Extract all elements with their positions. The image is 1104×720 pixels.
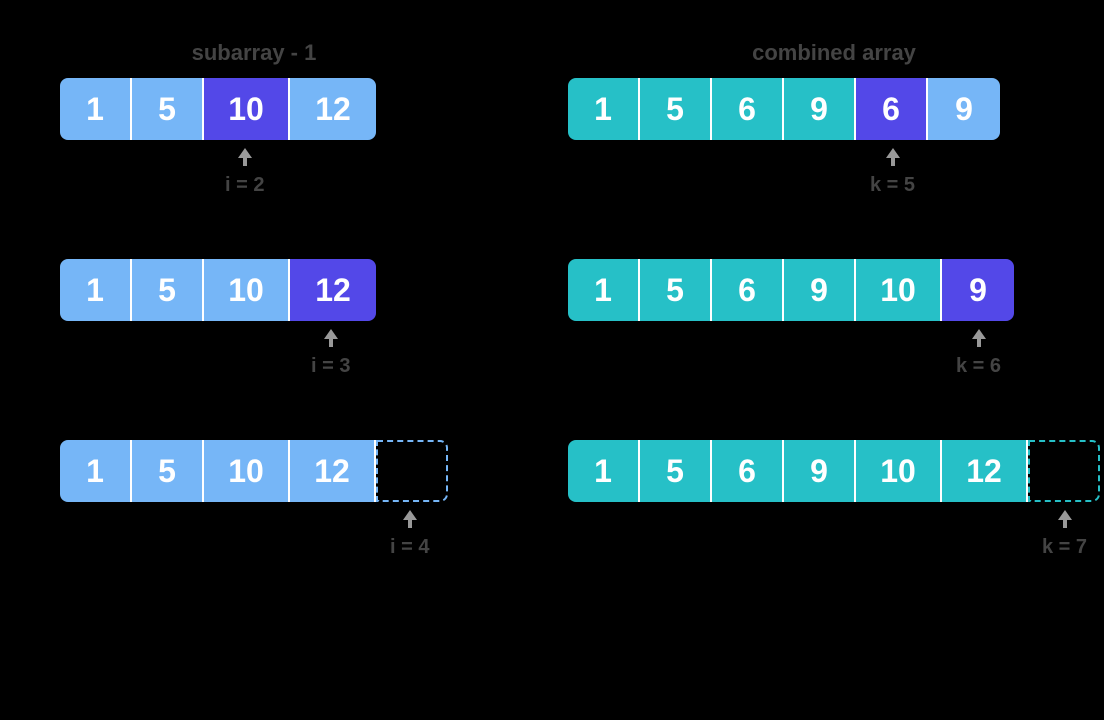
array-cell	[1028, 440, 1100, 502]
array: 151012	[60, 78, 448, 140]
array-cell: 9	[928, 78, 1000, 140]
array-cell: 5	[640, 78, 712, 140]
array-cell: 9	[784, 259, 856, 321]
array-cell: 9	[942, 259, 1014, 321]
pointer: i = 4	[390, 508, 429, 559]
arrow-up-icon	[884, 146, 902, 172]
pointer-label: i = 3	[311, 355, 350, 378]
pointer-label: i = 4	[390, 536, 429, 559]
right-row: 1569109k = 6	[568, 259, 1100, 378]
pointer-wrap: i = 3	[60, 327, 448, 378]
right-row: 156969k = 5	[568, 78, 1100, 197]
array-cell: 10	[204, 78, 290, 140]
pointer-label: i = 2	[225, 174, 264, 197]
array-cell: 5	[132, 259, 204, 321]
pointer: i = 3	[311, 327, 350, 378]
array-cell: 12	[942, 440, 1028, 502]
left-row: 151012 i = 2	[60, 78, 448, 197]
array-cell: 10	[204, 440, 290, 502]
array-cell: 1	[568, 78, 640, 140]
array-cell: 10	[856, 259, 942, 321]
array: 156969	[568, 78, 1100, 140]
array-cell: 5	[132, 78, 204, 140]
pointer: k = 5	[870, 146, 915, 197]
array: 151012	[60, 259, 448, 321]
array-cell: 1	[568, 440, 640, 502]
array-cell: 6	[712, 259, 784, 321]
array-cell: 5	[132, 440, 204, 502]
pointer-wrap: i = 4	[60, 508, 448, 559]
array-cell: 12	[290, 78, 376, 140]
array-cell: 12	[290, 259, 376, 321]
array-cell: 9	[784, 440, 856, 502]
array-cell: 6	[856, 78, 928, 140]
array-cell: 5	[640, 440, 712, 502]
left-column: subarray - 1 151012i = 2151012i = 315101…	[60, 40, 448, 559]
right-heading: combined array	[568, 40, 1100, 66]
array-cell: 10	[204, 259, 290, 321]
array-cell: 9	[784, 78, 856, 140]
arrow-up-icon	[401, 508, 419, 534]
array: 1569109	[568, 259, 1100, 321]
pointer-wrap: k = 5	[568, 146, 1100, 197]
pointer-wrap: k = 7	[568, 508, 1100, 559]
left-heading: subarray - 1	[60, 40, 448, 66]
arrow-up-icon	[970, 327, 988, 353]
arrow-up-icon	[322, 327, 340, 353]
pointer-label: k = 6	[956, 355, 1001, 378]
array: 151012	[60, 440, 448, 502]
array: 15691012	[568, 440, 1100, 502]
left-row: 151012 i = 4	[60, 440, 448, 559]
array-cell: 1	[60, 78, 132, 140]
pointer: k = 6	[956, 327, 1001, 378]
arrow-up-icon	[236, 146, 254, 172]
pointer-wrap: k = 6	[568, 327, 1100, 378]
array-cell: 10	[856, 440, 942, 502]
pointer: i = 2	[225, 146, 264, 197]
array-cell: 1	[568, 259, 640, 321]
array-cell: 1	[60, 440, 132, 502]
pointer-label: k = 7	[1042, 536, 1087, 559]
pointer-wrap: i = 2	[60, 146, 448, 197]
array-cell: 6	[712, 440, 784, 502]
array-cell: 5	[640, 259, 712, 321]
right-row: 15691012 k = 7	[568, 440, 1100, 559]
array-cell	[376, 440, 448, 502]
left-row: 151012 i = 3	[60, 259, 448, 378]
pointer-label: k = 5	[870, 174, 915, 197]
array-cell: 12	[290, 440, 376, 502]
right-column: combined array 156969k = 51569109k = 615…	[568, 40, 1100, 559]
arrow-up-icon	[1056, 508, 1074, 534]
pointer: k = 7	[1042, 508, 1087, 559]
array-cell: 1	[60, 259, 132, 321]
diagram-root: subarray - 1 151012i = 2151012i = 315101…	[60, 40, 1044, 559]
array-cell: 6	[712, 78, 784, 140]
